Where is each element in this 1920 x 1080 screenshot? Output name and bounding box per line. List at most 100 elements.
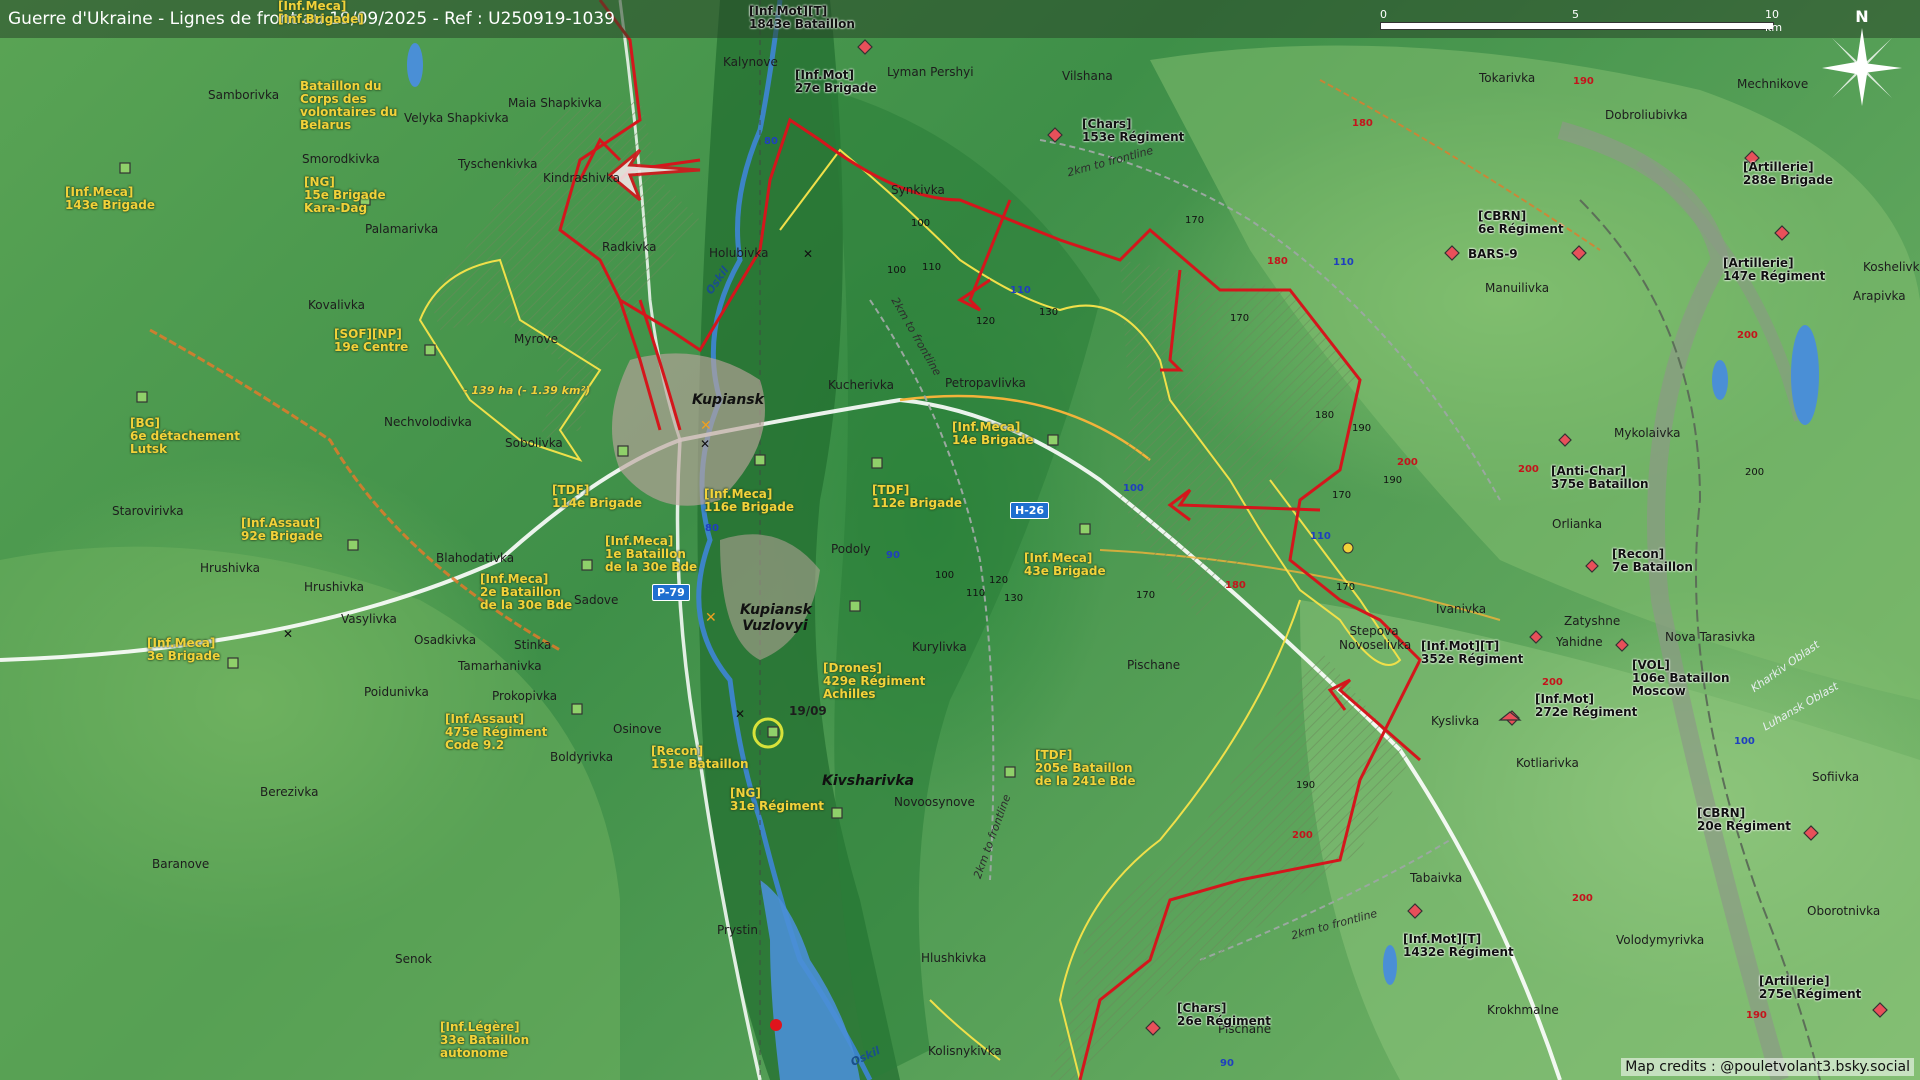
- unit-label[interactable]: [Inf.Meca] 2e Bataillon de la 30e Bde: [480, 573, 572, 612]
- unit-label[interactable]: [Chars] 153e Régiment: [1082, 118, 1184, 144]
- place-hrushivka-2: Hrushivka: [304, 580, 364, 594]
- unit-label[interactable]: [Inf.Meca] 1e Bataillon de la 30e Bde: [605, 535, 697, 574]
- unit-label[interactable]: [Recon] 7e Bataillon: [1612, 548, 1693, 574]
- unit-label[interactable]: [Chars] 26e Régiment: [1177, 1002, 1271, 1028]
- road-badge-h26: H-26: [1010, 502, 1050, 519]
- place-senok: Senok: [395, 952, 432, 966]
- place-starovirivka: Starovirivka: [112, 504, 184, 518]
- unit-label[interactable]: [CBRN] 6e Régiment: [1478, 210, 1564, 236]
- place-synkivka: Synkivka: [891, 183, 945, 197]
- unit-label[interactable]: Bataillon du Corps des volontaires du Belar…: [300, 80, 397, 132]
- unit-label[interactable]: [Anti-Char] 375e Bataillon: [1551, 465, 1649, 491]
- svg-text:✕: ✕: [700, 418, 712, 434]
- unit-label[interactable]: [Inf.Mot][T] 1432e Régiment: [1403, 933, 1514, 959]
- unit-label[interactable]: [Inf.Mot] 27e Brigade: [795, 69, 877, 95]
- place-arapivka: Arapivka: [1853, 289, 1906, 303]
- elevation-label: 190: [1383, 475, 1403, 486]
- svg-text:✕: ✕: [283, 627, 293, 641]
- elevation-label: 170: [1185, 215, 1205, 226]
- place-palamarivka: Palamarivka: [365, 222, 439, 236]
- unit-label[interactable]: [Artillerie] 275e Régiment: [1759, 975, 1861, 1001]
- date-marker: 19/09: [789, 704, 827, 718]
- place-petropavlivka: Petropavlivka: [945, 376, 1026, 390]
- elevation-label-blue: 100: [1123, 483, 1144, 494]
- elevation-label: 170: [1136, 590, 1156, 601]
- scale-label-0: 0: [1380, 8, 1387, 21]
- elevation-label-blue: 100: [1734, 736, 1755, 747]
- place-kindrashivka: Kindrashivka: [543, 171, 621, 185]
- place-oborotnivka: Oborotnivka: [1807, 904, 1881, 918]
- unit-label[interactable]: [Inf.Meca] 143e Brigade: [65, 186, 155, 212]
- place-boldyrivka: Boldyrivka: [550, 750, 614, 764]
- map-canvas[interactable]: ✕ ✕ ✕ ✕ ✕ ✕ Guerre d'Ukraine - Lignes de…: [0, 0, 1920, 1080]
- svg-text:✕: ✕: [700, 437, 710, 451]
- elevation-label: 100: [887, 265, 907, 276]
- place-yahidne: Yahidne: [1556, 635, 1603, 649]
- unit-label[interactable]: [Inf.Assaut] 92e Brigade: [241, 517, 323, 543]
- scale-bar: 0 5 10 km: [1380, 8, 1782, 34]
- place-berezivka: Berezivka: [260, 785, 319, 799]
- place-volodymyrivka: Volodymyrivka: [1616, 933, 1705, 947]
- place-novoosynove: Novoosynove: [894, 795, 975, 809]
- unit-label[interactable]: [Drones] 429e Régiment Achilles: [823, 662, 925, 701]
- unit-label[interactable]: [TDF] 205e Bataillon de la 241e Bde: [1035, 749, 1136, 788]
- unit-label[interactable]: [Inf.Meca] 116e Brigade: [704, 488, 794, 514]
- unit-label[interactable]: [Artillerie] 147e Régiment: [1723, 257, 1825, 283]
- place-hlushkivka: Hlushkivka: [921, 951, 987, 965]
- place-tyschenkivka: Tyschenkivka: [458, 157, 538, 171]
- place-koshelivka: Koshelivka: [1863, 260, 1920, 274]
- elevation-label: 190: [1352, 423, 1372, 434]
- unit-label[interactable]: [Recon] 151e Bataillon: [651, 745, 749, 771]
- place-mechnikove: Mechnikove: [1737, 77, 1809, 91]
- unit-label[interactable]: [Inf.Meca] 3e Brigade: [147, 637, 220, 663]
- unit-label[interactable]: [Inf.Mot] 272e Régiment: [1535, 693, 1637, 719]
- place-mykolaivka: Mykolaivka: [1614, 426, 1681, 440]
- place-kupiansk: Kupiansk: [692, 392, 764, 408]
- elevation-label-red: 200: [1572, 893, 1593, 904]
- unit-label[interactable]: [TDF] 114e Brigade: [552, 484, 642, 510]
- place-velyka-shapkivka: Velyka Shapkivka: [404, 111, 509, 125]
- place-dobroliubivka: Dobroliubivka: [1605, 108, 1688, 122]
- place-kupiansk-vuzlovyi: Kupiansk Vuzlovyi: [740, 602, 812, 634]
- elevation-label-red: 190: [1746, 1010, 1767, 1021]
- place-kolisnykivka: Kolisnykivka: [928, 1044, 1002, 1058]
- place-manuilivka: Manuilivka: [1485, 281, 1550, 295]
- place-pischane: Pischane: [1127, 658, 1181, 672]
- svg-text:✕: ✕: [705, 610, 717, 626]
- place-prokopivka: Prokopivka: [492, 689, 558, 703]
- unit-label[interactable]: [Inf.Légère] 33e Bataillon autonome: [440, 1021, 529, 1060]
- place-osinove: Osinove: [613, 722, 662, 736]
- place-stinka: Stinka: [514, 638, 552, 652]
- road-badge-p79: P-79: [652, 584, 690, 601]
- unit-label[interactable]: [CBRN] 20e Régiment: [1697, 807, 1791, 833]
- elevation-label: 200: [1745, 467, 1765, 478]
- place-nechvolodivka: Nechvolodivka: [384, 415, 472, 429]
- unit-label[interactable]: [NG] 31e Régiment: [730, 787, 824, 813]
- unit-label[interactable]: [BG] 6e détachement Lutsk: [130, 417, 240, 456]
- unit-label[interactable]: [Inf.Meca] 43e Brigade: [1024, 552, 1106, 578]
- place-kyslivka: Kyslivka: [1431, 714, 1480, 728]
- unit-label[interactable]: BARS-9: [1468, 248, 1518, 261]
- unit-label[interactable]: [Inf.Mot][T] 1843e Bataillon: [749, 5, 855, 31]
- place-myrove: Myrove: [514, 332, 558, 346]
- elevation-label-red: 190: [1573, 76, 1594, 87]
- unit-label[interactable]: [NG] 15e Brigade Kara-Dag: [304, 176, 386, 215]
- unit-label[interactable]: [Inf.Meca] 14e Brigade: [952, 421, 1034, 447]
- elevation-label-red: 200: [1518, 464, 1539, 475]
- elevation-label-blue: 110: [1010, 285, 1031, 296]
- elevation-label: 110: [922, 262, 942, 273]
- unit-label[interactable]: [TDF] 112e Brigade: [872, 484, 962, 510]
- unit-label[interactable]: [Inf.Assaut] 475e Régiment Code 9.2: [445, 713, 547, 752]
- place-poidunivka: Poidunivka: [364, 685, 429, 699]
- place-tabaivka: Tabaivka: [1410, 871, 1463, 885]
- unit-label[interactable]: [Inf.Mot][T] 352e Régiment: [1421, 640, 1523, 666]
- unit-label[interactable]: [VOL] 106e Bataillon Moscow: [1632, 659, 1730, 698]
- area-change-note: - 139 ha (- 1.39 km²): [463, 384, 591, 397]
- unit-label[interactable]: [SOF][NP] 19e Centre: [334, 328, 408, 354]
- unit-label[interactable]: [Inf.Meca] [Inf.Brigade]: [278, 0, 364, 26]
- unit-label[interactable]: [Artillerie] 288e Brigade: [1743, 161, 1833, 187]
- place-lyman-pershyi: Lyman Pershyi: [887, 65, 974, 79]
- elevation-label-blue: 80: [705, 523, 719, 534]
- elevation-label: 180: [1315, 410, 1335, 421]
- north-label: N: [1855, 7, 1868, 26]
